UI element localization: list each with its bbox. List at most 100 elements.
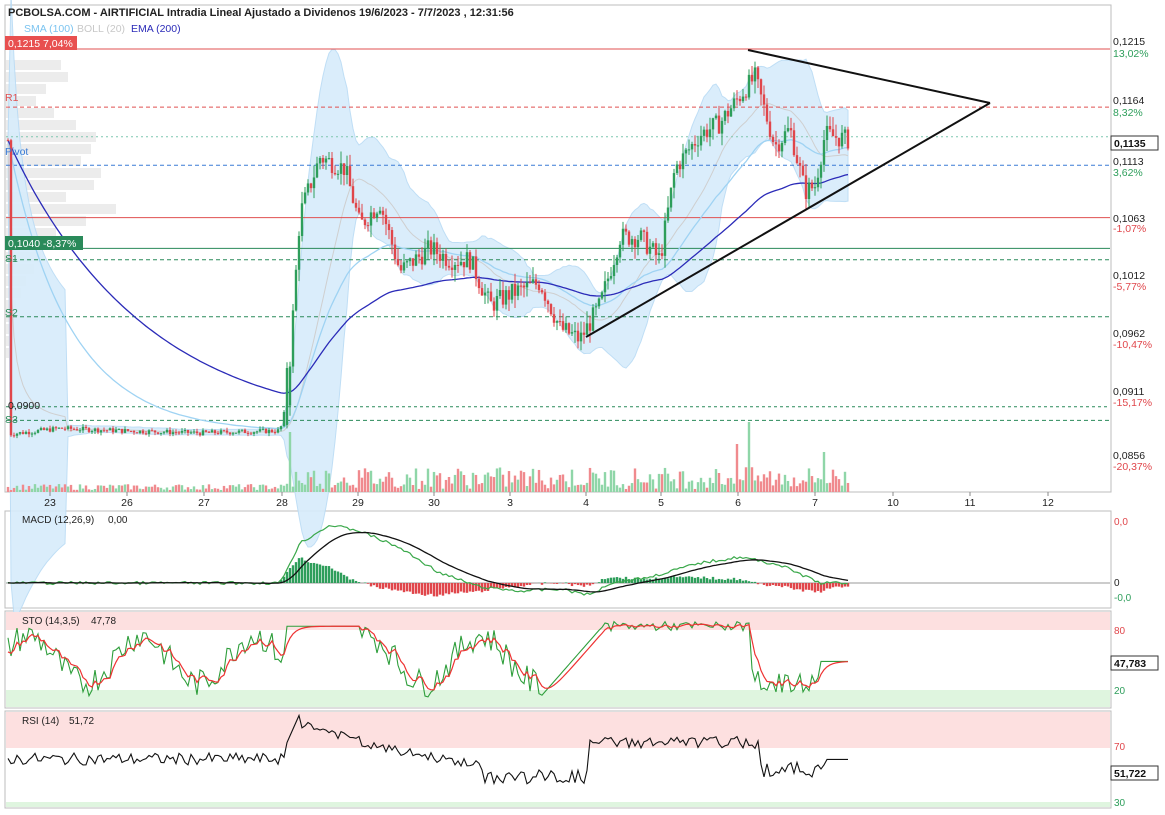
volume-bar (495, 468, 499, 492)
volume-bar (843, 471, 847, 492)
volume-bar (42, 484, 46, 492)
macd-histogram-bar (738, 578, 742, 583)
volume-bar (270, 488, 274, 492)
volume-bar (792, 477, 796, 492)
volume-bar (645, 482, 649, 492)
candle-body (27, 431, 31, 435)
candle-body (489, 291, 493, 302)
candle-body (315, 163, 319, 178)
volume-bar (501, 474, 505, 492)
candle-body (756, 67, 760, 80)
volume-bar (411, 485, 415, 492)
macd-histogram-bar (327, 566, 331, 583)
volume-bar (306, 472, 310, 492)
macd-histogram-bar (444, 583, 448, 594)
volume-bar (678, 471, 682, 492)
volume-bar (114, 488, 118, 492)
macd-histogram-bar (699, 578, 703, 583)
candle-body (510, 283, 514, 300)
candle-body (513, 283, 517, 296)
candle-body (843, 129, 847, 133)
volume-bar (300, 483, 304, 492)
x-tick-label: 26 (121, 497, 133, 509)
candle-body (78, 430, 82, 432)
volume-bar (138, 488, 142, 492)
volume-bar (204, 488, 208, 492)
macd-histogram-bar (762, 583, 766, 585)
candle-body (672, 173, 676, 188)
candle-body (342, 163, 346, 175)
volume-bar (390, 477, 394, 492)
candle-body (282, 412, 286, 427)
volume-bar (480, 483, 484, 492)
volume-bar (717, 473, 721, 492)
x-axis: 23 26 27 28 29 30 3 4 5 6 7 10 11 12 (44, 492, 1054, 509)
volume-bar (726, 478, 730, 492)
macd-histogram-bar (483, 583, 487, 591)
candle-body (261, 428, 265, 430)
volume-bar (483, 474, 487, 492)
candle-body (198, 433, 202, 436)
volume-bar (225, 488, 229, 492)
volume-bar (474, 474, 478, 492)
macd-histogram-bar (351, 579, 355, 583)
macd-histogram-bar (450, 583, 454, 593)
candle-body (21, 432, 25, 434)
candle-body (114, 429, 118, 433)
volume-bar (798, 483, 802, 492)
volume-bar (477, 484, 481, 492)
volume-bar (588, 467, 592, 492)
macd-histogram-bar (390, 583, 394, 591)
volume-bar (231, 485, 235, 492)
volume-bar (129, 489, 133, 492)
macd-histogram-bar (330, 568, 334, 583)
macd-histogram-bar (420, 583, 424, 595)
volume-bar (690, 480, 694, 492)
volume-bar (705, 487, 709, 492)
candle-body (345, 166, 349, 175)
volume-bar (714, 469, 718, 492)
volume-bar (594, 473, 598, 492)
volume-bar (822, 452, 826, 492)
candle-body (690, 144, 694, 150)
candle-body (336, 173, 340, 175)
candle-body (294, 269, 298, 311)
volume-bar (132, 485, 136, 492)
volume-bar (765, 477, 769, 492)
volume-bar (702, 482, 706, 492)
candle-body (366, 225, 370, 227)
candle-body (645, 231, 649, 254)
macd-histogram-bar (750, 581, 754, 583)
volume-bar (525, 486, 529, 492)
candle-body (771, 136, 775, 143)
candle-body (117, 428, 121, 430)
candle-body (396, 259, 400, 266)
volume-bar (24, 489, 28, 492)
macd-histogram-bar (678, 576, 682, 583)
volume-bar (96, 485, 100, 492)
candle-body (441, 253, 445, 261)
volume-bar (84, 485, 88, 492)
candle-body (846, 129, 850, 149)
candle-body (705, 129, 709, 138)
volume-bar (426, 468, 430, 492)
volume-bar (87, 489, 91, 492)
candle-body (561, 321, 565, 330)
candle-body (495, 296, 499, 311)
volume-bar (558, 474, 562, 492)
candle-body (207, 431, 211, 433)
volume-bar (207, 484, 211, 492)
candle-body (711, 118, 715, 130)
macd-histogram-bar (804, 583, 808, 590)
candle-body (12, 435, 16, 437)
volume-bar (807, 468, 811, 492)
candle-body (696, 145, 700, 147)
axis-price-label: 0,1215 (1113, 36, 1145, 48)
sto-d-line (7, 623, 849, 691)
macd-histogram-bar (381, 583, 385, 590)
candle-body (447, 265, 451, 268)
macd-histogram-bar (798, 583, 802, 590)
candle-body (159, 432, 163, 434)
macd-histogram-bar (717, 578, 721, 583)
volume-bar (741, 480, 745, 492)
